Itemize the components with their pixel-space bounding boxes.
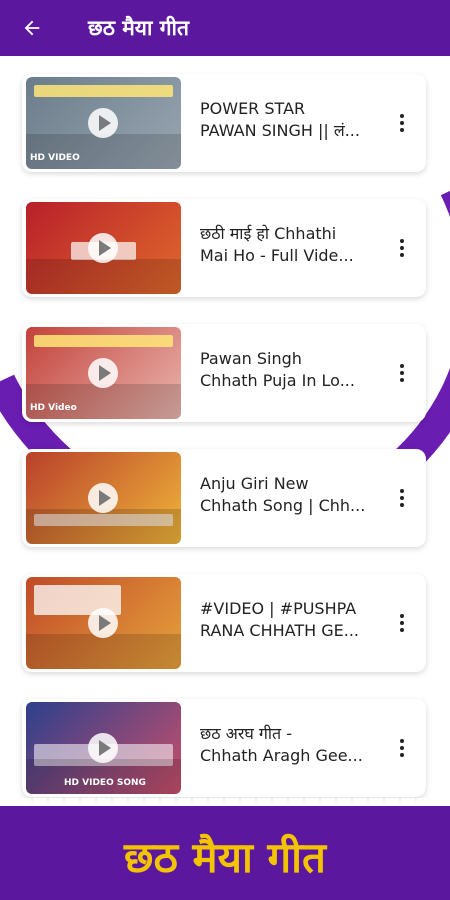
video-item[interactable]: Anju Giri New Chhath Song | Chh...: [22, 449, 426, 547]
app-header: छठ मैया गीत: [0, 0, 450, 56]
banner-scallop-edge: [0, 798, 450, 814]
thumbnail-caption: [34, 85, 173, 97]
video-thumbnail[interactable]: [26, 452, 181, 544]
video-item[interactable]: HD VIDEO POWER STAR PAWAN SINGH || लं...: [22, 74, 426, 172]
video-title[interactable]: Anju Giri New Chhath Song | Chh...: [200, 473, 388, 517]
video-title-line-1: Pawan Singh: [200, 349, 302, 368]
more-vertical-icon[interactable]: [392, 733, 412, 763]
video-title-line-2: Mai Ho - Full Vide...: [200, 246, 354, 265]
page-title: छठ मैया गीत: [88, 16, 189, 40]
thumbnail-badge: HD Video: [30, 403, 77, 413]
video-title-line-2: RANA CHHATH GE...: [200, 621, 360, 640]
thumbnail-badge: HD VIDEO: [30, 153, 80, 163]
video-item[interactable]: HD VIDEO SONG छठ अरघ गीत - Chhath Aragh …: [22, 699, 426, 797]
back-button[interactable]: [14, 10, 50, 46]
more-vertical-icon[interactable]: [392, 358, 412, 388]
thumbnail-shade: [26, 759, 181, 794]
video-thumbnail[interactable]: HD VIDEO: [26, 77, 181, 169]
thumbnail-shade: [26, 134, 181, 169]
video-title[interactable]: POWER STAR PAWAN SINGH || लं...: [200, 98, 388, 142]
video-title-line-1: POWER STAR: [200, 99, 306, 118]
play-icon[interactable]: [88, 108, 118, 138]
banner-title: छठ मैया गीत: [124, 832, 326, 882]
video-title[interactable]: छठ अरघ गीत - Chhath Aragh Gee...: [200, 723, 388, 767]
video-item[interactable]: छठी माई हो Chhathi Mai Ho - Full Vide...: [22, 199, 426, 297]
more-vertical-icon[interactable]: [392, 233, 412, 263]
play-icon[interactable]: [88, 608, 118, 638]
more-vertical-icon[interactable]: [392, 608, 412, 638]
play-icon[interactable]: [88, 733, 118, 763]
video-thumbnail[interactable]: HD Video: [26, 327, 181, 419]
video-thumbnail[interactable]: [26, 202, 181, 294]
thumbnail-shade: [26, 509, 181, 544]
video-title-line-2: Chhath Song | Chh...: [200, 496, 366, 515]
thumbnail-badge: HD VIDEO SONG: [64, 778, 146, 788]
video-title-line-1: छठ अरघ गीत -: [200, 724, 293, 743]
video-title-line-1: Anju Giri New: [200, 474, 309, 493]
video-title-line-2: Chhath Puja In Lo...: [200, 371, 355, 390]
video-title-line-1: #VIDEO | #PUSHPA: [200, 599, 357, 618]
video-thumbnail[interactable]: [26, 577, 181, 669]
video-title[interactable]: छठी माई हो Chhathi Mai Ho - Full Vide...: [200, 223, 388, 267]
play-icon[interactable]: [88, 233, 118, 263]
more-vertical-icon[interactable]: [392, 108, 412, 138]
more-vertical-icon[interactable]: [392, 483, 412, 513]
arrow-left-icon: [24, 20, 40, 36]
thumbnail-shade: [26, 259, 181, 294]
video-title[interactable]: #VIDEO | #PUSHPA RANA CHHATH GE...: [200, 598, 388, 642]
video-item[interactable]: HD Video Pawan Singh Chhath Puja In Lo..…: [22, 324, 426, 422]
thumbnail-shade: [26, 634, 181, 669]
video-title-line-1: छठी माई हो Chhathi: [200, 224, 337, 243]
video-title-line-2: PAWAN SINGH || लं...: [200, 121, 360, 140]
play-icon[interactable]: [88, 483, 118, 513]
video-thumbnail[interactable]: HD VIDEO SONG: [26, 702, 181, 794]
play-icon[interactable]: [88, 358, 118, 388]
footer-banner: छठ मैया गीत: [0, 798, 450, 900]
video-item[interactable]: #VIDEO | #PUSHPA RANA CHHATH GE...: [22, 574, 426, 672]
video-title-line-2: Chhath Aragh Gee...: [200, 746, 363, 765]
thumbnail-caption: [34, 335, 173, 347]
thumbnail-shade: [26, 384, 181, 419]
video-title[interactable]: Pawan Singh Chhath Puja In Lo...: [200, 348, 388, 392]
